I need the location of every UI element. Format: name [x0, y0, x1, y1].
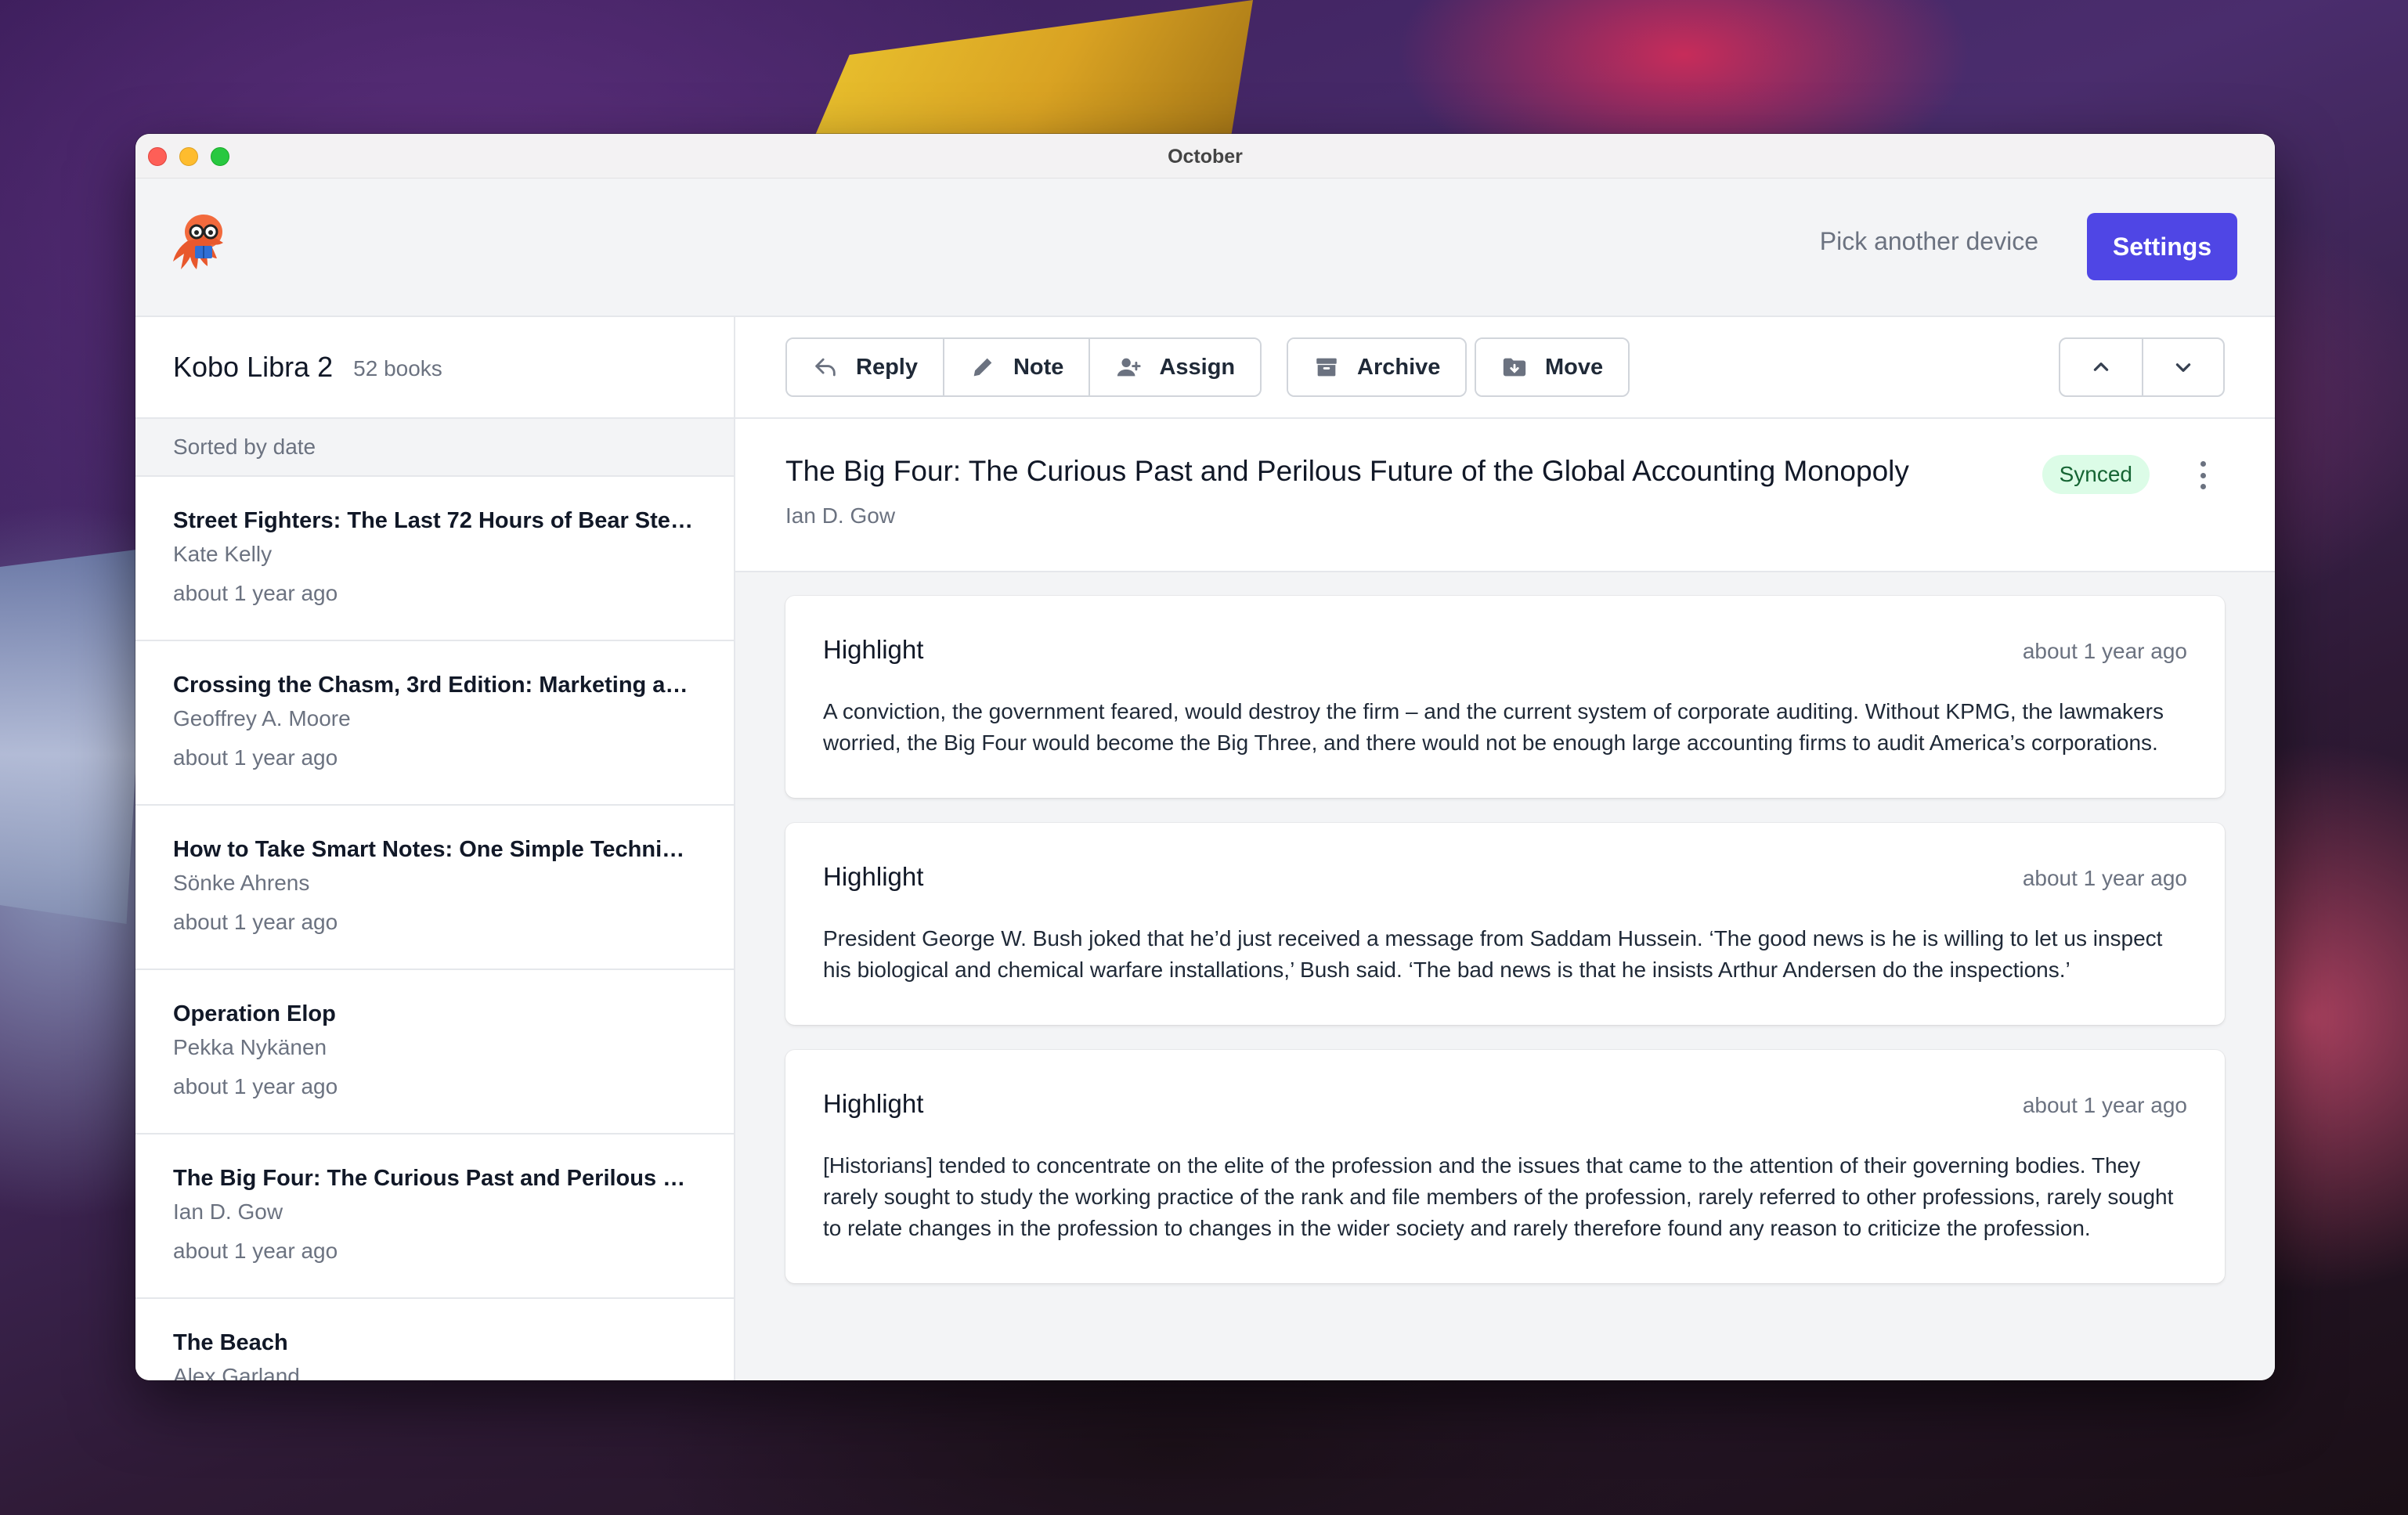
archive-label: Archive: [1357, 354, 1441, 380]
book-list-sidebar: Kobo Libra 2 52 books Sorted by date Str…: [135, 317, 735, 1380]
book-author: Alex Garland: [173, 1364, 300, 1380]
book-title: How to Take Smart Notes: One Simple Tech…: [173, 837, 696, 862]
pencil-icon: [973, 358, 992, 377]
book-title: The Beach: [173, 1330, 288, 1355]
book-list-item[interactable]: How to Take Smart Notes: One Simple Tech…: [135, 806, 734, 970]
book-list-item[interactable]: Street Fighters: The Last 72 Hours of Be…: [135, 477, 734, 641]
chevron-down-icon: [2175, 363, 2191, 372]
highlight-card: Highlight about 1 year ago A conviction,…: [785, 596, 2225, 798]
book-detail-author: Ian D. Gow: [785, 503, 896, 528]
book-author: Sönke Ahrens: [173, 871, 310, 895]
book-title: Operation Elop: [173, 1001, 336, 1026]
reply-icon: [815, 358, 836, 377]
main-panel: Reply Note Assign Archive Move The Big F…: [735, 317, 2275, 1380]
item-navigation: [2059, 337, 2225, 397]
app-window: October Pick another device Settings Kob…: [135, 134, 2275, 1380]
sort-label: Sorted by date: [135, 419, 734, 477]
book-title: Crossing the Chasm, 3rd Edition: Marketi…: [173, 673, 696, 698]
book-timestamp: about 1 year ago: [173, 745, 338, 770]
action-toolbar: Reply Note Assign Archive Move: [735, 317, 2275, 419]
wallpaper-paint-stroke: [0, 548, 149, 924]
book-count: 52 books: [353, 356, 442, 381]
book-timestamp: about 1 year ago: [173, 1239, 338, 1263]
pick-another-device-link[interactable]: Pick another device: [1820, 227, 2038, 256]
app-header: Pick another device Settings: [135, 179, 2275, 317]
book-author: Pekka Nykänen: [173, 1035, 327, 1059]
highlight-text: President George W. Bush joked that he’d…: [823, 926, 2163, 982]
book-timestamp: about 1 year ago: [173, 910, 338, 934]
title-bar: October: [135, 134, 2275, 179]
highlight-label: Highlight: [823, 1089, 924, 1118]
assign-button[interactable]: Assign: [1088, 339, 1261, 395]
window-title: October: [1168, 146, 1243, 168]
book-title: The Big Four: The Curious Past and Peril…: [173, 1166, 696, 1191]
highlight-text: [Historians] tended to concentrate on th…: [823, 1153, 2174, 1240]
highlight-card: Highlight about 1 year ago President Geo…: [785, 823, 2225, 1025]
assign-label: Assign: [1159, 354, 1236, 380]
note-label: Note: [1013, 354, 1064, 380]
reply-button[interactable]: Reply: [787, 339, 943, 395]
highlight-text: A conviction, the government feared, wou…: [823, 699, 2164, 755]
settings-button[interactable]: Settings: [2087, 213, 2237, 280]
book-detail-title: The Big Four: The Curious Past and Peril…: [785, 455, 1909, 487]
book-timestamp: about 1 year ago: [173, 1074, 338, 1098]
move-button-group: Move: [1475, 337, 1630, 397]
note-button[interactable]: Note: [942, 339, 1089, 395]
highlight-timestamp: about 1 year ago: [2022, 639, 2187, 663]
book-timestamp: about 1 year ago: [173, 581, 338, 605]
archive-button-group: Archive: [1287, 337, 1468, 397]
chevron-up-icon: [2093, 363, 2109, 371]
octopus-logo-icon: [173, 215, 223, 269]
wallpaper-paint-stroke: [814, 0, 1253, 137]
book-detail-header: The Big Four: The Curious Past and Peril…: [735, 419, 2275, 572]
sidebar-header: Kobo Libra 2 52 books: [135, 317, 734, 419]
add-user-icon: [1117, 358, 1142, 377]
highlights-list: Highlight about 1 year ago A conviction,…: [735, 572, 2275, 1283]
archive-icon: [1316, 358, 1337, 377]
sync-status-badge: Synced: [2042, 455, 2150, 494]
highlight-timestamp: about 1 year ago: [2022, 1093, 2187, 1117]
book-list-item[interactable]: Crossing the Chasm, 3rd Edition: Marketi…: [135, 641, 734, 806]
highlight-label: Highlight: [823, 635, 924, 664]
previous-item-button[interactable]: [2060, 339, 2142, 395]
move-button[interactable]: Move: [1476, 339, 1629, 395]
book-title: Street Fighters: The Last 72 Hours of Be…: [173, 508, 696, 533]
book-author: Geoffrey A. Moore: [173, 706, 351, 730]
highlight-timestamp: about 1 year ago: [2022, 866, 2187, 890]
book-list-item[interactable]: The Big Four: The Curious Past and Peril…: [135, 1134, 734, 1299]
book-list-item[interactable]: The Beach Alex Garland: [135, 1299, 734, 1380]
book-author: Kate Kelly: [173, 542, 273, 566]
next-item-button[interactable]: [2142, 339, 2223, 395]
book-list-item[interactable]: Operation Elop Pekka Nykänen about 1 yea…: [135, 970, 734, 1134]
archive-button[interactable]: Archive: [1288, 339, 1466, 395]
highlight-label: Highlight: [823, 862, 924, 891]
primary-actions-group: Reply Note Assign: [785, 337, 1262, 397]
device-name: Kobo Libra 2: [173, 351, 334, 383]
highlight-card: Highlight about 1 year ago [Historians] …: [785, 1050, 2225, 1283]
book-author: Ian D. Gow: [173, 1199, 283, 1224]
reply-label: Reply: [856, 354, 918, 380]
more-options-icon[interactable]: [2197, 461, 2209, 489]
folder-move-icon: [1503, 358, 1526, 377]
move-label: Move: [1545, 354, 1604, 380]
